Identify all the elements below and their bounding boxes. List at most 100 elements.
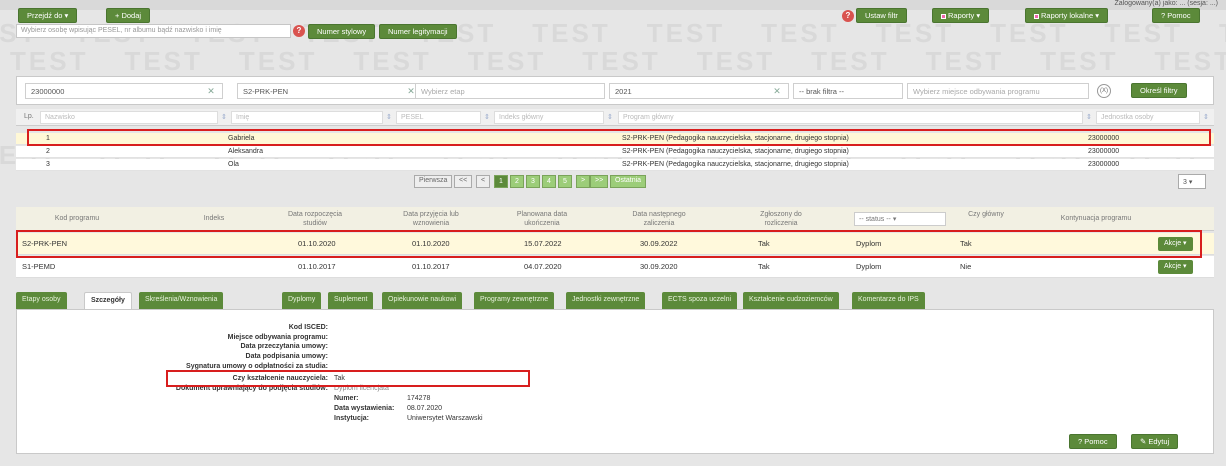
program-start: 01.10.2020 <box>298 239 336 248</box>
unit-filter[interactable]: 23000000 <box>25 83 223 99</box>
page-5-button[interactable]: 5 <box>558 175 572 188</box>
tab-dyplomy[interactable]: Dyplomy <box>282 292 322 309</box>
status-select[interactable]: -- status -- ▾ <box>854 212 946 226</box>
per-page-select[interactable]: 3 ▾ <box>1178 174 1206 189</box>
tab-skreslenia[interactable]: Skreślenia/Wznowienia <box>139 292 224 309</box>
col-glowny[interactable]: Czy główny <box>966 210 1006 219</box>
row-jednostka: 23000000 <box>1088 135 1120 142</box>
tab-bar: Etapy osoby Szczegóły Skreślenia/Wznowie… <box>16 292 1136 309</box>
col-planowana[interactable]: Planowana data ukończenia <box>506 210 578 228</box>
col-jednostka[interactable]: Jednostka osoby <box>1096 111 1200 124</box>
details-help-button[interactable]: ? Pomoc <box>1069 434 1117 449</box>
value-numer: 174278 <box>407 395 431 402</box>
report-icon <box>941 13 946 19</box>
actions-button[interactable]: Akcje ▾ <box>1158 260 1193 274</box>
sort-icon[interactable]: ⇕ <box>386 113 392 121</box>
page-3-button[interactable]: 3 <box>526 175 540 188</box>
program-filter[interactable]: S2-PRK-PEN <box>237 83 427 99</box>
status-filter[interactable]: -- brak filtra -- <box>793 83 903 99</box>
col-indeks[interactable]: Indeks <box>164 214 264 223</box>
program-planowana: 15.07.2022 <box>524 239 562 248</box>
program-row[interactable]: S2-PRK-PEN 01.10.2020 01.10.2020 15.07.2… <box>16 233 1214 255</box>
prev-prev-button[interactable]: << <box>454 175 473 188</box>
edit-button[interactable]: ✎ Edytuj <box>1131 434 1179 449</box>
clear-year-icon[interactable]: ✕ <box>771 86 783 96</box>
next-next-button[interactable]: >> <box>590 175 609 188</box>
goto-button[interactable]: Przejdź do ▾ <box>18 8 78 23</box>
year-filter[interactable]: 2021 <box>609 83 789 99</box>
col-nazwisko[interactable]: Nazwisko <box>40 111 218 124</box>
value-dokument: Dyplom licencjata <box>334 385 389 392</box>
col-lp[interactable]: Lp. <box>20 109 38 126</box>
row-lp: 2 <box>46 148 50 155</box>
next-button[interactable]: > <box>576 175 591 188</box>
col-program[interactable]: Program główny <box>618 111 1083 124</box>
page-4-button[interactable]: 4 <box>542 175 556 188</box>
program-nastepne: 30.09.2020 <box>640 262 678 271</box>
page-1-button[interactable]: 1 <box>494 175 508 188</box>
col-zgloszony[interactable]: Zgłoszony do rozliczenia <box>751 210 811 228</box>
label-sygnatura: Sygnatura umowy o odpłatności za studia: <box>186 363 328 370</box>
page-2-button[interactable]: 2 <box>510 175 524 188</box>
col-imie[interactable]: Imię <box>231 111 383 124</box>
first-page-button[interactable]: Pierwsza <box>414 175 453 188</box>
col-przyjecie[interactable]: Data przyjęcia lub wznowienia <box>396 210 466 228</box>
legit-number-button[interactable]: Numer legitymacji <box>379 24 457 39</box>
tab-ects[interactable]: ECTS spoza uczelni <box>662 292 738 309</box>
sort-icon[interactable]: ⇕ <box>1086 113 1092 121</box>
table-row[interactable]: 1 Gabriela S2-PRK-PEN (Pedagogika nauczy… <box>16 133 1214 145</box>
actions-button[interactable]: Akcje ▾ <box>1158 237 1193 251</box>
sort-icon[interactable]: ⇕ <box>607 113 613 121</box>
apply-filters-button[interactable]: Określ filtry <box>1131 83 1187 98</box>
row-jednostka: 23000000 <box>1088 161 1120 168</box>
label-miejsce: Miejsce odbywania programu: <box>227 334 328 341</box>
clear-filters-icon[interactable]: (X) <box>1097 84 1111 98</box>
tab-etapy[interactable]: Etapy osoby <box>16 292 67 309</box>
col-kod[interactable]: Kod programu <box>32 214 122 223</box>
search-help-icon[interactable]: ? <box>293 25 305 37</box>
program-kod: S2-PRK-PEN <box>22 239 68 248</box>
table-row[interactable]: 3 Ola S2-PRK-PEN (Pedagogika nauczyciels… <box>16 159 1214 171</box>
stage-filter[interactable]: Wybierz etap <box>415 83 605 99</box>
prev-button[interactable]: < <box>476 175 491 188</box>
tab-komentarze[interactable]: Komentarze do IPS <box>852 292 925 309</box>
sort-icon[interactable]: ⇕ <box>484 113 490 121</box>
col-indeks[interactable]: Indeks główny <box>494 111 604 124</box>
tab-suplement[interactable]: Suplement <box>328 292 374 309</box>
add-button[interactable]: + Dodaj <box>106 8 151 23</box>
col-start[interactable]: Data rozpoczęcia studiów <box>281 210 349 228</box>
sort-icon[interactable]: ⇕ <box>1203 113 1209 121</box>
tab-opiekunowie[interactable]: Opiekunowie naukowi <box>382 292 463 309</box>
row-program: S2-PRK-PEN (Pedagogika nauczycielska, st… <box>622 135 849 142</box>
col-nastepne[interactable]: Data następnego zaliczenia <box>622 210 696 228</box>
reports-button[interactable]: Raporty ▾ <box>932 8 990 23</box>
last-page-button[interactable]: Ostatnia <box>610 175 647 188</box>
set-filter-button[interactable]: Ustaw filtr <box>856 8 907 23</box>
program-row[interactable]: S1-PEMD 01.10.2017 01.10.2017 04.07.2020… <box>16 256 1214 278</box>
program-zgloszony: Tak <box>758 239 770 248</box>
col-pesel[interactable]: PESEL <box>396 111 481 124</box>
details-panel: Kod ISCED: Miejsce odbywania programu: D… <box>16 309 1214 454</box>
filters-panel: 23000000 ✕ S2-PRK-PEN ✕ Wybierz etap 202… <box>16 76 1214 105</box>
help-button[interactable]: ? Pomoc <box>1152 8 1200 23</box>
program-przyjecie: 01.10.2020 <box>412 239 450 248</box>
table-row[interactable]: 2 Aleksandra S2-PRK-PEN (Pedagogika nauc… <box>16 146 1214 158</box>
program-przyjecie: 01.10.2017 <box>412 262 450 271</box>
help-icon[interactable]: ? <box>842 10 854 22</box>
clear-unit-icon[interactable]: ✕ <box>205 86 217 96</box>
tab-cudzoziemcy[interactable]: Kształcenie cudzoziemców <box>743 292 839 309</box>
tab-programy-zewn[interactable]: Programy zewnętrzne <box>474 292 555 309</box>
place-filter[interactable]: Wybierz miejsce odbywania programu <box>907 83 1089 99</box>
tab-jednostki-zewn[interactable]: Jednostki zewnętrzne <box>566 292 646 309</box>
program-start: 01.10.2017 <box>298 262 336 271</box>
col-kontynuacja[interactable]: Kontynuacja programu <box>1036 214 1156 223</box>
local-reports-button[interactable]: Raporty lokalne ▾ <box>1025 8 1108 23</box>
program-glowny: Nie <box>960 262 972 271</box>
style-number-button[interactable]: Numer stylowy <box>308 24 376 39</box>
person-search-input[interactable]: Wybierz osobę wpisując PESEL, nr albumu … <box>16 24 291 38</box>
row-imie: Ola <box>228 161 239 168</box>
sort-icon[interactable]: ⇕ <box>221 113 227 121</box>
tab-szczegoly[interactable]: Szczegóły <box>84 292 132 309</box>
program-planowana: 04.07.2020 <box>524 262 562 271</box>
label-dokument: Dokument uprawniający do podjęcia studió… <box>175 385 328 392</box>
